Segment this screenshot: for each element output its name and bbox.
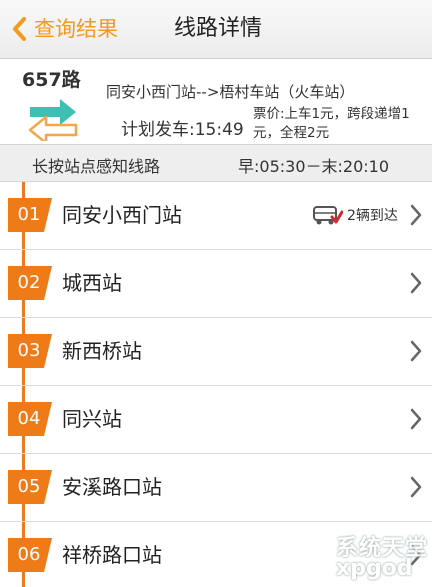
route-number: 657路 xyxy=(22,69,81,91)
chevron-right-icon xyxy=(410,408,422,430)
stop-number: 06 xyxy=(17,544,41,565)
stop-name: 安溪路口站 xyxy=(62,475,162,499)
page-title: 线路详情 xyxy=(174,16,263,41)
watermark-domain: xpgod xyxy=(336,556,413,581)
stop-name: 同安小西门站 xyxy=(62,203,182,227)
hint-bar: 长按站点感知线路 早:05:30－末:20:10 xyxy=(0,145,432,182)
fare-info: 票价:上车1元，跨段递增1元，全程2元 xyxy=(253,106,410,141)
chevron-right-icon xyxy=(410,272,422,294)
swap-arrows-icon[interactable] xyxy=(24,95,82,141)
stop-number: 03 xyxy=(17,340,41,361)
route-info-panel: 657路 同安小西门站-->梧村车站（火车站） 计划发车:15:49 票价:上车… xyxy=(0,59,432,145)
planned-departure: 计划发车:15:49 xyxy=(121,120,244,140)
stop-name: 新西桥站 xyxy=(62,339,142,363)
stop-number-badge: 04 xyxy=(8,402,52,436)
chevron-right-icon xyxy=(410,204,422,226)
bus-check-icon xyxy=(313,206,343,225)
arrival-count: 2辆到达 xyxy=(347,208,398,224)
stop-number-badge: 02 xyxy=(8,266,52,300)
stop-number: 02 xyxy=(17,272,41,293)
chevron-right-icon xyxy=(410,476,422,498)
stop-number-badge: 01 xyxy=(8,198,52,232)
service-hours: 早:05:30－末:20:10 xyxy=(238,157,390,176)
stop-row[interactable]: 05 安溪路口站 xyxy=(0,454,432,522)
stop-name: 祥桥路口站 xyxy=(62,543,162,567)
stop-row[interactable]: 01 同安小西门站 2辆到达 xyxy=(0,182,432,250)
stop-row[interactable]: 04 同兴站 xyxy=(0,386,432,454)
stop-row[interactable]: 02 城西站 xyxy=(0,250,432,318)
stop-number-badge: 05 xyxy=(8,470,52,504)
stop-number: 05 xyxy=(17,476,41,497)
route-stations: 同安小西门站-->梧村车站（火车站） xyxy=(106,83,355,101)
stop-name: 同兴站 xyxy=(62,407,122,431)
stop-number: 04 xyxy=(17,408,41,429)
stop-row[interactable]: 03 新西桥站 xyxy=(0,318,432,386)
stop-number: 01 xyxy=(17,204,41,225)
chevron-left-icon xyxy=(13,17,26,41)
watermark: P 系统天堂 xpgod xyxy=(296,526,432,587)
chevron-right-icon xyxy=(410,340,422,362)
watermark-logo-letter: P xyxy=(305,543,320,567)
arrival-indicator[interactable]: 2辆到达 xyxy=(313,202,398,228)
stop-name: 城西站 xyxy=(62,271,122,295)
long-press-hint: 长按站点感知线路 xyxy=(32,157,161,176)
stop-number-badge: 06 xyxy=(8,538,52,572)
back-button-label: 查询结果 xyxy=(34,17,118,41)
stop-number-badge: 03 xyxy=(8,334,52,368)
back-button[interactable]: 查询结果 xyxy=(10,12,118,46)
navbar: 查询结果 线路详情 xyxy=(0,0,432,59)
